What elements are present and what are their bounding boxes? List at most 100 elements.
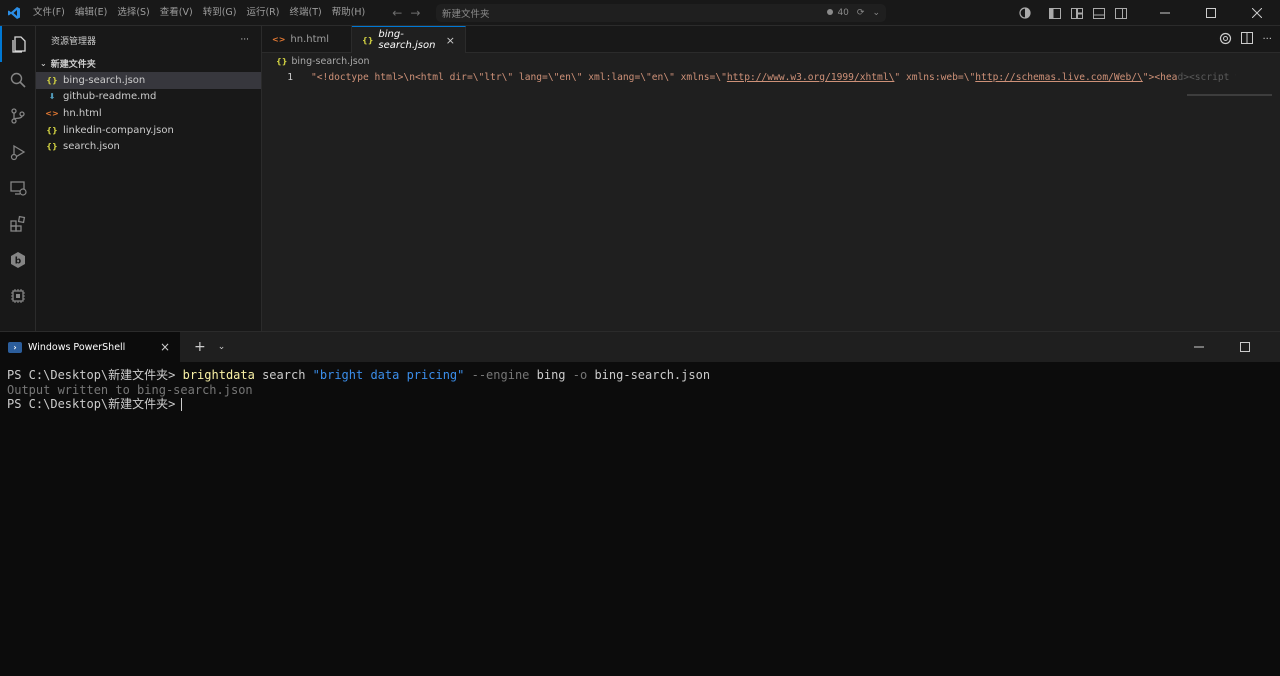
toggle-secondary-sidebar-icon[interactable]	[1110, 0, 1132, 26]
json-file-icon: {}	[276, 56, 288, 66]
copilot-icon[interactable]: ⟳	[857, 8, 865, 18]
activity-bar: b	[0, 26, 36, 331]
new-tab-button[interactable]: +	[194, 339, 206, 355]
code-line[interactable]: 1 "<!doctype html>\n<html dir=\"ltr\" la…	[262, 69, 1280, 85]
svg-text:b: b	[15, 257, 22, 267]
vscode-logo-icon	[0, 0, 28, 26]
command-center-label: 新建文件夹	[442, 9, 490, 20]
close-tab-icon[interactable]: ×	[446, 34, 455, 47]
toggle-panel-icon[interactable]	[1088, 0, 1110, 26]
terminal-line: PS C:\Desktop\新建文件夹>	[7, 397, 1273, 412]
back-arrow-icon[interactable]: ←	[392, 6, 402, 20]
split-editor-icon[interactable]	[1241, 32, 1254, 47]
code-link[interactable]: http://schemas.live.com/Web/\	[975, 72, 1143, 83]
explorer-header: 资源管理器 ···	[36, 26, 261, 54]
tab-label: bing-search.json	[378, 29, 436, 51]
command-flag: --engine	[464, 368, 530, 382]
file-name: hn.html	[63, 107, 102, 119]
code-content[interactable]: "<!doctype html>\n<html dir=\"ltr\" lang…	[311, 72, 1236, 83]
command-name: brightdata	[182, 368, 255, 382]
command-arg: bing-search.json	[587, 368, 711, 382]
explorer-sidebar: 资源管理器 ··· ⌄ 新建文件夹 {} bing-search.json ⬇ …	[36, 26, 262, 331]
prompt: PS C:\Desktop\新建文件夹>	[7, 368, 183, 382]
menu-file[interactable]: 文件(F)	[28, 0, 70, 26]
run-debug-icon[interactable]	[0, 134, 36, 170]
file-name: linkedin-company.json	[63, 124, 174, 136]
command-flag: -o	[565, 368, 588, 382]
file-item-hn[interactable]: <> hn.html	[36, 105, 261, 122]
chevron-down-icon[interactable]: ⌄	[872, 8, 880, 18]
remote-explorer-icon[interactable]	[0, 170, 36, 206]
terminal-window-controls	[1176, 332, 1280, 362]
search-icon[interactable]	[0, 62, 36, 98]
close-window-button[interactable]	[1234, 0, 1280, 26]
command-arg: search	[254, 368, 313, 382]
editor-area: <> hn.html {} bing-search.json × ··· {} …	[262, 26, 1280, 331]
forward-arrow-icon[interactable]: →	[410, 6, 420, 20]
toggle-sidebar-icon[interactable]	[1044, 0, 1066, 26]
terminal-minimize-button[interactable]	[1176, 332, 1222, 362]
code-link[interactable]: http://www.w3.org/1999/xhtml\	[727, 72, 895, 83]
editor-actions: ···	[1219, 26, 1272, 53]
file-item-search[interactable]: {} search.json	[36, 138, 261, 155]
maximize-button[interactable]	[1188, 0, 1234, 26]
terminal-tab-label: Windows PowerShell	[28, 341, 126, 353]
customize-layout-icon[interactable]	[1066, 0, 1088, 26]
file-name: search.json	[63, 141, 120, 153]
terminal-tab-bar: › Windows PowerShell × + ⌄	[0, 332, 1280, 362]
file-item-linkedin-company[interactable]: {} linkedin-company.json	[36, 122, 261, 139]
menu-selection[interactable]: 选择(S)	[112, 0, 154, 26]
minimize-button[interactable]	[1142, 0, 1188, 26]
command-center-right: 40 ⟳ ⌄	[827, 8, 880, 18]
line-number: 1	[287, 71, 293, 83]
file-name: github-readme.md	[63, 91, 157, 103]
menu-go[interactable]: 转到(G)	[198, 0, 242, 26]
editor-tabs: <> hn.html {} bing-search.json × ···	[262, 26, 1280, 53]
file-item-bing-search[interactable]: {} bing-search.json	[36, 72, 261, 89]
terminal-output[interactable]: PS C:\Desktop\新建文件夹> brightdata search "…	[0, 362, 1280, 418]
menu-view[interactable]: 查看(V)	[155, 0, 198, 26]
terminal-line: PS C:\Desktop\新建文件夹> brightdata search "…	[7, 368, 1273, 383]
explorer-icon[interactable]	[0, 26, 36, 62]
command-string: "bright data pricing"	[312, 368, 465, 382]
json-file-icon: {}	[46, 142, 58, 152]
html-file-icon: <>	[272, 35, 286, 44]
ports-dot-icon	[827, 9, 834, 15]
terminal-window: › Windows PowerShell × + ⌄ PS C:\Desktop…	[0, 331, 1280, 676]
menu-terminal[interactable]: 终端(T)	[284, 0, 326, 26]
more-actions-icon[interactable]: ···	[1262, 34, 1272, 45]
close-terminal-tab-icon[interactable]: ×	[160, 340, 170, 354]
folder-header[interactable]: ⌄ 新建文件夹	[36, 54, 261, 72]
json-file-icon: {}	[46, 75, 58, 85]
breadcrumb[interactable]: {} bing-search.json	[262, 53, 1280, 69]
menu-help[interactable]: 帮助(H)	[327, 0, 371, 26]
file-item-github-readme[interactable]: ⬇ github-readme.md	[36, 89, 261, 106]
terminal-maximize-button[interactable]	[1222, 332, 1268, 362]
copilot-agent-icon[interactable]	[0, 278, 36, 314]
tab-label: hn.html	[290, 34, 330, 45]
extensions-icon[interactable]	[0, 206, 36, 242]
json-file-icon: {}	[46, 125, 58, 135]
source-control-icon[interactable]	[0, 98, 36, 134]
html-file-icon: <>	[45, 108, 59, 118]
command-center[interactable]: 新建文件夹 40 ⟳ ⌄	[436, 4, 886, 22]
menu-edit[interactable]: 编辑(E)	[70, 0, 112, 26]
file-name: bing-search.json	[63, 74, 146, 86]
breadcrumb-file: bing-search.json	[291, 55, 370, 67]
minimap[interactable]	[1187, 94, 1272, 96]
bright-data-icon[interactable]: b	[0, 242, 36, 278]
more-actions-icon[interactable]: ···	[240, 35, 249, 45]
copilot-chat-icon[interactable]	[1219, 32, 1232, 48]
terminal-tab-powershell[interactable]: › Windows PowerShell ×	[0, 332, 180, 362]
accounts-icon[interactable]	[1014, 0, 1036, 26]
tab-bing-search-json[interactable]: {} bing-search.json ×	[352, 26, 466, 53]
tab-dropdown-button[interactable]: ⌄	[218, 342, 226, 352]
ports-count: 40	[837, 8, 849, 18]
nav-arrows: ← →	[392, 6, 420, 20]
tab-hn-html[interactable]: <> hn.html	[262, 26, 352, 53]
ports-indicator[interactable]: 40	[827, 8, 849, 18]
powershell-icon: ›	[8, 341, 22, 353]
menu-run[interactable]: 运行(R)	[241, 0, 284, 26]
code-segment: " xmlns:web=\"	[894, 71, 976, 83]
code-segment: "><hea	[1142, 71, 1178, 83]
